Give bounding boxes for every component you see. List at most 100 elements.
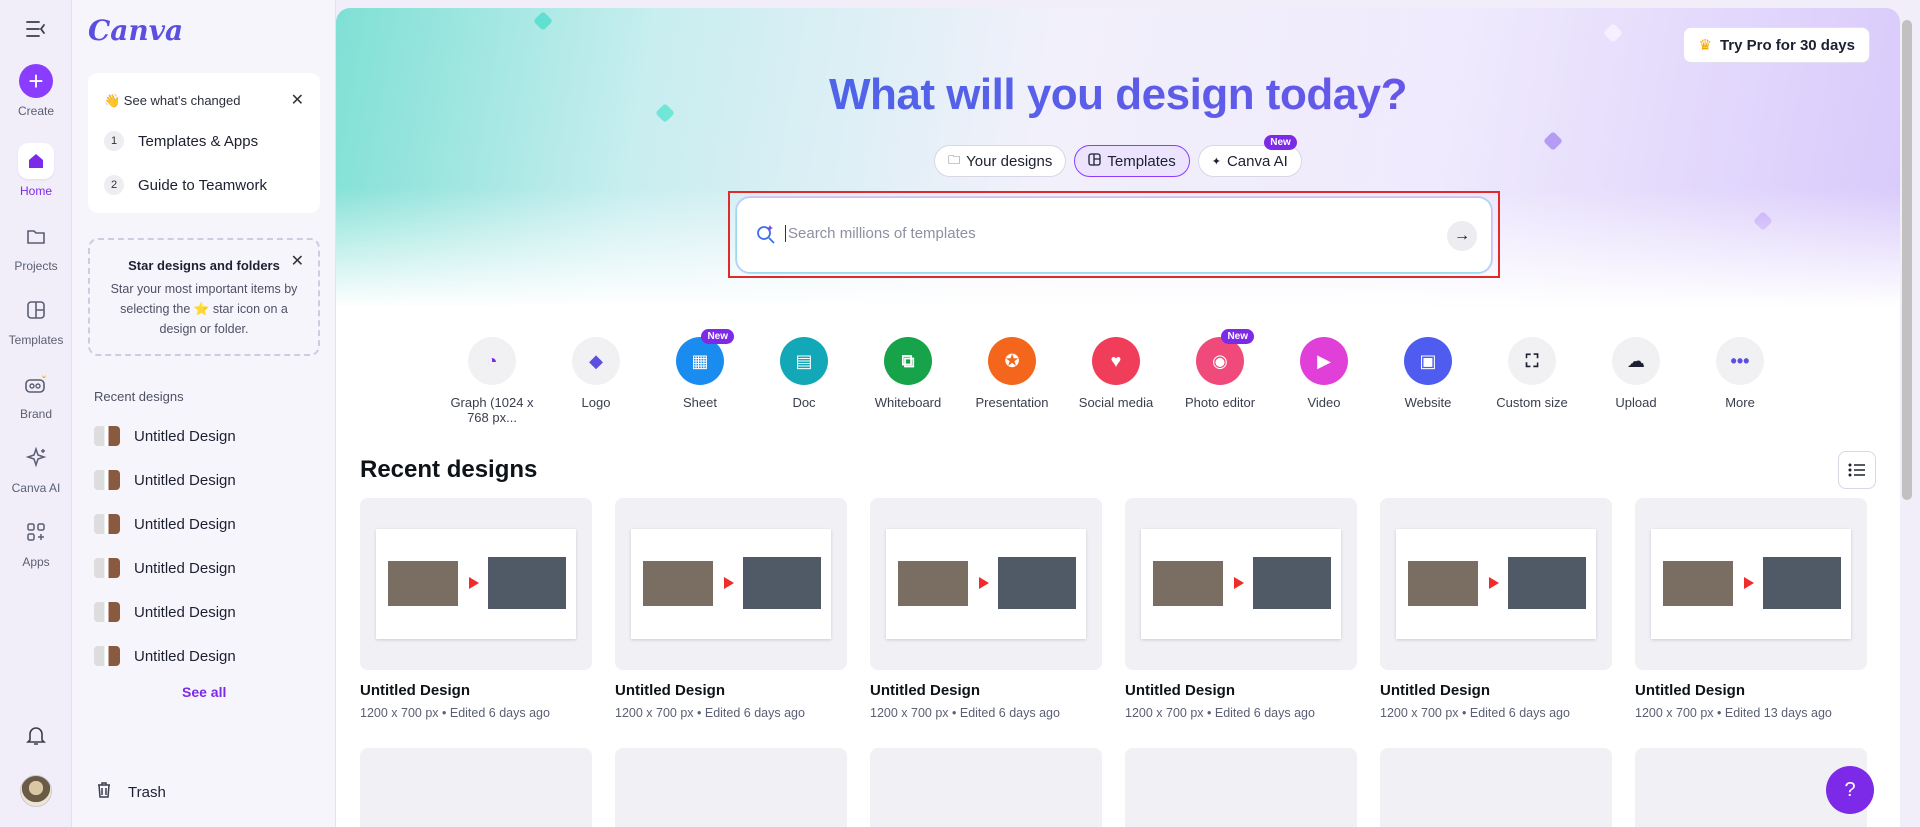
- main-content: ♛ Try Pro for 30 days What will you desi…: [336, 8, 1900, 827]
- sidebar-recent-item[interactable]: Untitled Design: [94, 418, 324, 454]
- shortcut-more[interactable]: ••• More: [1688, 337, 1792, 410]
- try-pro-button[interactable]: ♛ Try Pro for 30 days: [1683, 27, 1870, 63]
- rail-home[interactable]: Home: [0, 143, 72, 198]
- shortcut-sheet[interactable]: ▦ New Sheet: [648, 329, 752, 410]
- whats-changed-card: 👋 See what's changed ✕ 1 Templates & App…: [88, 73, 320, 213]
- design-card-preview: [1635, 498, 1867, 670]
- rail-brand[interactable]: Brand: [0, 366, 72, 421]
- design-title[interactable]: Untitled Design: [1125, 682, 1357, 699]
- collapse-sidebar-icon[interactable]: [24, 18, 48, 40]
- design-meta: 1200 x 700 px • Edited 6 days ago: [1380, 706, 1570, 720]
- shortcut-icon: ▶: [1300, 337, 1348, 385]
- whats-changed-title: 👋 See what's changed: [104, 93, 241, 108]
- design-card-preview[interactable]: [615, 748, 847, 827]
- new-badge: New: [1221, 329, 1254, 344]
- scrollbar[interactable]: [1902, 20, 1912, 500]
- close-icon[interactable]: ✕: [291, 251, 304, 271]
- design-thumbnail: [94, 646, 120, 666]
- search-placeholder: Search millions of templates: [785, 225, 976, 242]
- shortcut-icon: ▦ New: [676, 329, 734, 385]
- shortcut-icon: ◔: [468, 337, 516, 385]
- shortcut-photo-editor[interactable]: ◉ New Photo editor: [1168, 329, 1272, 410]
- step-templates-apps[interactable]: 1 Templates & Apps: [104, 131, 258, 151]
- sidebar-recent-item[interactable]: Untitled Design: [94, 550, 324, 586]
- design-card[interactable]: Untitled Design 1200 x 700 px • Edited 6 …: [615, 498, 847, 720]
- sidebar-recent-item[interactable]: Untitled Design: [94, 462, 324, 498]
- sidebar-recent-item[interactable]: Untitled Design: [94, 638, 324, 674]
- star-tip-body: Star your most important items by select…: [110, 282, 298, 336]
- close-icon[interactable]: ✕: [291, 90, 304, 110]
- design-title[interactable]: Untitled Design: [870, 682, 1102, 699]
- thumb-before-image: [898, 561, 968, 606]
- shortcut-label: Graph (1024 x 768 px...: [450, 395, 534, 425]
- tab-templates[interactable]: Templates: [1074, 145, 1190, 177]
- recent-designs-title: Recent designs: [360, 456, 538, 483]
- help-button[interactable]: ?: [1826, 766, 1874, 814]
- arrow-right-icon: [979, 577, 989, 589]
- design-thumbnail: [94, 558, 120, 578]
- thumb-after-image: [998, 557, 1076, 609]
- decor-sparkle: [1753, 211, 1773, 231]
- shortcut-website[interactable]: ▣ Website: [1376, 337, 1480, 410]
- search-input[interactable]: Search millions of templates →: [736, 197, 1492, 273]
- arrow-right-icon: [724, 577, 734, 589]
- shortcut-graph-1024-x-768-px[interactable]: ◔ Graph (1024 x 768 px...: [440, 337, 544, 425]
- design-card[interactable]: Untitled Design 1200 x 700 px • Edited 6 …: [1380, 498, 1612, 720]
- shortcut-label: Video: [1307, 395, 1341, 410]
- design-card-preview[interactable]: [1380, 748, 1612, 827]
- design-title[interactable]: Untitled Design: [1635, 682, 1867, 699]
- sparkles-icon: ✦: [1211, 155, 1221, 168]
- templates-icon: [1088, 152, 1102, 170]
- decor-sparkle: [533, 11, 553, 31]
- shortcut-label: Website: [1404, 395, 1452, 410]
- rail-canva-ai[interactable]: Canva AI: [0, 440, 72, 495]
- shortcut-label: Photo editor: [1184, 395, 1256, 410]
- trash-icon: [94, 780, 114, 804]
- shortcut-doc[interactable]: ▤ Doc: [752, 337, 856, 410]
- see-all-link[interactable]: See all: [182, 684, 226, 700]
- shortcut-presentation[interactable]: ✪ Presentation: [960, 337, 1064, 410]
- shortcut-video[interactable]: ▶ Video: [1272, 337, 1376, 410]
- shortcut-whiteboard[interactable]: ⧉ Whiteboard: [856, 337, 960, 410]
- rail-apps[interactable]: Apps: [0, 514, 72, 569]
- tab-your-designs[interactable]: 🗀 Your designs: [934, 145, 1067, 177]
- design-card[interactable]: Untitled Design 1200 x 700 px • Edited 13…: [1635, 498, 1867, 720]
- design-card-preview[interactable]: [870, 748, 1102, 827]
- bell-icon[interactable]: [24, 723, 48, 752]
- shortcut-upload[interactable]: ☁ Upload: [1584, 337, 1688, 410]
- design-thumbnail: [94, 426, 120, 446]
- design-thumbnail: [1141, 529, 1341, 639]
- shortcut-label: More: [1725, 395, 1755, 410]
- shortcut-social-media[interactable]: ♥ Social media: [1064, 337, 1168, 410]
- rail-projects[interactable]: Projects: [0, 218, 72, 273]
- rail-create[interactable]: + Create: [0, 64, 72, 118]
- design-card-preview: [870, 498, 1102, 670]
- shortcut-label: Social media: [1078, 395, 1154, 410]
- star-tip-title: Star designs and folders: [128, 258, 280, 273]
- design-title[interactable]: Untitled Design: [615, 682, 847, 699]
- sidebar-recent-item[interactable]: Untitled Design: [94, 506, 324, 542]
- tab-canva-ai[interactable]: ✦ Canva AI New: [1197, 135, 1302, 177]
- shortcut-icon: ▣: [1404, 337, 1452, 385]
- design-card-preview[interactable]: [360, 748, 592, 827]
- shortcut-icon: ♥: [1092, 337, 1140, 385]
- step-guide-teamwork[interactable]: 2 Guide to Teamwork: [104, 175, 267, 195]
- rail-templates[interactable]: Templates: [0, 292, 72, 347]
- shortcut-icon: ✪: [988, 337, 1036, 385]
- shortcut-custom-size[interactable]: ⛶ Custom size: [1480, 337, 1584, 410]
- design-card[interactable]: Untitled Design 1200 x 700 px • Edited 6 …: [360, 498, 592, 720]
- design-meta: 1200 x 700 px • Edited 13 days ago: [1635, 706, 1832, 720]
- list-view-icon[interactable]: [1838, 451, 1876, 489]
- trash-button[interactable]: Trash: [94, 780, 166, 804]
- apps-icon: [18, 514, 54, 550]
- avatar[interactable]: [20, 775, 52, 807]
- canva-logo[interactable]: Canva: [88, 14, 183, 47]
- arrow-right-icon[interactable]: →: [1447, 221, 1477, 251]
- shortcut-logo[interactable]: ◆ Logo: [544, 337, 648, 410]
- design-title[interactable]: Untitled Design: [1380, 682, 1612, 699]
- design-card[interactable]: Untitled Design 1200 x 700 px • Edited 6 …: [1125, 498, 1357, 720]
- design-title[interactable]: Untitled Design: [360, 682, 592, 699]
- design-card[interactable]: Untitled Design 1200 x 700 px • Edited 6 …: [870, 498, 1102, 720]
- sidebar-recent-item[interactable]: Untitled Design: [94, 594, 324, 630]
- design-card-preview[interactable]: [1125, 748, 1357, 827]
